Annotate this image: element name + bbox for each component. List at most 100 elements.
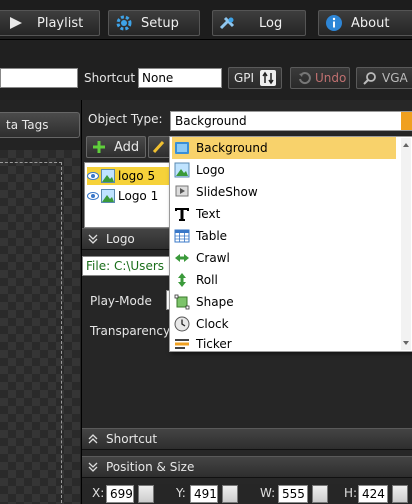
option-background[interactable]: Background	[172, 137, 396, 159]
layer-item[interactable]: Logo 1	[87, 187, 173, 205]
chevron-down-icon[interactable]	[401, 112, 412, 130]
option-crawl[interactable]: Crawl	[172, 247, 396, 269]
preview-bounds	[0, 162, 62, 504]
gpi-label: GPI	[234, 71, 255, 85]
object-type-dropdown: Background Logo SlideShow Text Table Cra…	[169, 136, 412, 352]
playlist-button[interactable]: Playlist	[0, 10, 100, 36]
table-icon	[174, 229, 190, 243]
shortcut-section-title: Shortcut	[106, 432, 158, 446]
option-clock[interactable]: Clock	[172, 313, 396, 335]
object-type-select[interactable]: Background	[170, 111, 412, 131]
option-label: Clock	[196, 317, 229, 331]
left-panel: ta Tags	[0, 100, 82, 504]
option-roll[interactable]: Roll	[172, 269, 396, 291]
undo-button[interactable]: Undo	[290, 67, 350, 89]
x-dropdown[interactable]	[138, 485, 154, 503]
about-button[interactable]: About	[318, 10, 412, 36]
top-nav: Playlist Setup Log About	[0, 0, 412, 40]
option-label: Text	[196, 207, 221, 221]
shape-icon	[174, 294, 190, 310]
object-type-label: Object Type:	[88, 112, 163, 126]
h-input[interactable]: 424	[358, 485, 388, 503]
option-label: Roll	[196, 273, 218, 287]
name-input[interactable]	[0, 68, 78, 88]
option-shape[interactable]: Shape	[172, 291, 396, 313]
w-dropdown[interactable]	[312, 485, 328, 503]
plus-icon	[93, 141, 105, 153]
tab-meta-tags[interactable]: ta Tags	[0, 112, 80, 138]
option-table[interactable]: Table	[172, 225, 396, 247]
roll-icon	[178, 273, 186, 287]
option-label: Background	[196, 141, 268, 155]
eye-icon[interactable]	[87, 170, 99, 182]
option-label: Logo	[196, 163, 225, 177]
crawl-icon	[175, 254, 189, 262]
dropdown-scrollbar[interactable]	[401, 138, 411, 350]
layer-item[interactable]: logo 5	[87, 167, 173, 185]
setup-button[interactable]: Setup	[108, 10, 200, 36]
y-label: Y:	[176, 486, 186, 500]
option-label: Shape	[196, 295, 234, 309]
h-dropdown[interactable]	[392, 485, 408, 503]
scroll-up-icon[interactable]	[403, 142, 409, 148]
play-icon	[10, 17, 22, 29]
w-input[interactable]: 555	[278, 485, 308, 503]
undo-label: Undo	[315, 71, 347, 85]
preview-canvas[interactable]	[0, 150, 80, 504]
info-icon	[326, 15, 342, 31]
chevron-double-up-icon	[88, 434, 98, 444]
log-button[interactable]: Log	[212, 10, 306, 36]
option-ticker[interactable]: Ticker	[172, 335, 396, 353]
shortcut-section-header[interactable]: Shortcut	[82, 428, 412, 450]
slideshow-icon	[175, 185, 189, 197]
logo-icon	[174, 162, 190, 178]
image-icon	[101, 169, 115, 183]
layer-name: Logo 1	[118, 189, 159, 203]
text-icon	[175, 208, 189, 221]
add-button[interactable]: Add	[86, 136, 146, 158]
toolbar: Shortcut None GPI Undo VGA	[0, 40, 412, 100]
object-type-value: Background	[175, 114, 247, 128]
shortcut-input[interactable]: None	[138, 68, 222, 88]
position-fields: X: 699 Y: 491 W: 555 H: 424	[82, 484, 412, 504]
x-label: X:	[92, 486, 105, 500]
position-size-section-title: Position & Size	[106, 460, 195, 474]
y-input[interactable]: 491	[190, 485, 218, 503]
vga-label: VGA	[382, 71, 408, 85]
gear-icon	[116, 15, 132, 31]
chevron-double-down-icon	[88, 234, 98, 244]
position-size-section-header[interactable]: Position & Size	[82, 456, 412, 478]
gpi-button[interactable]: GPI	[228, 67, 282, 89]
play-mode-label: Play-Mode	[90, 294, 152, 308]
clock-icon	[174, 316, 190, 332]
eye-icon[interactable]	[87, 190, 99, 202]
undo-icon	[299, 72, 311, 85]
y-dropdown[interactable]	[222, 485, 238, 503]
option-label: SlideShow	[196, 185, 258, 199]
satellite-icon	[219, 16, 235, 30]
x-input[interactable]: 699	[106, 485, 134, 503]
log-label: Log	[259, 15, 283, 31]
option-label: Crawl	[196, 251, 230, 265]
option-slideshow[interactable]: SlideShow	[172, 181, 396, 203]
scroll-down-icon[interactable]	[403, 340, 409, 346]
layer-list: logo 5 Logo 1	[84, 162, 176, 228]
shortcut-label: Shortcut	[84, 71, 136, 85]
pencil-icon	[152, 140, 165, 154]
file-path-field[interactable]: File: C:\Users	[82, 256, 178, 276]
layer-name: logo 5	[118, 169, 156, 183]
chevron-double-down-icon	[88, 462, 98, 472]
option-label: Ticker	[196, 337, 232, 351]
option-text[interactable]: Text	[172, 203, 396, 225]
setup-label: Setup	[141, 15, 179, 31]
ticker-icon	[175, 339, 189, 349]
option-label: Table	[196, 229, 228, 243]
image-icon	[101, 189, 115, 203]
logo-section-title: Logo	[106, 232, 135, 246]
playlist-label: Playlist	[37, 15, 84, 31]
option-logo[interactable]: Logo	[172, 159, 396, 181]
vga-button[interactable]: VGA	[356, 67, 412, 89]
transparency-label: Transparency	[90, 324, 171, 338]
w-label: W:	[260, 486, 276, 500]
swap-arrows-icon	[260, 70, 277, 86]
